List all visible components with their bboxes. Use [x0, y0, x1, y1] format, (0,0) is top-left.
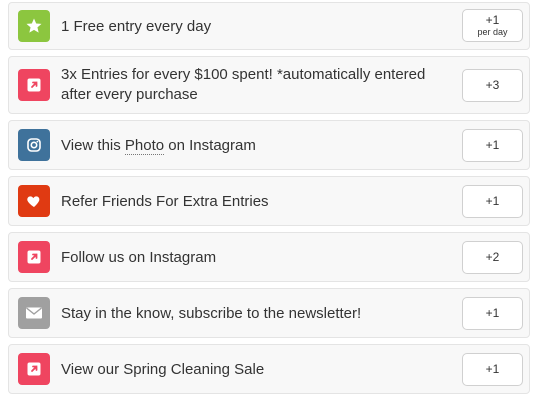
entry-daily[interactable]: 1 Free entry every day +1 per day [8, 2, 530, 50]
entry-list: 1 Free entry every day +1 per day 3x Ent… [0, 0, 540, 400]
label-text-start: View this [61, 137, 125, 154]
points-value: +1 [485, 138, 500, 152]
entry-purchase[interactable]: 3x Entries for every $100 spent! *automa… [8, 56, 530, 114]
external-link-icon [18, 69, 50, 101]
entry-label: Refer Friends For Extra Entries [61, 193, 269, 210]
entry-label: Follow us on Instagram [61, 249, 217, 266]
entry-label: View this Photo on Instagram [61, 136, 449, 156]
entry-points-button[interactable]: +3 [462, 69, 523, 102]
envelope-icon [18, 297, 50, 329]
points-value: +2 [485, 250, 500, 264]
entry-points-button[interactable]: +1 per day [462, 9, 523, 42]
entry-follow-instagram[interactable]: Follow us on Instagram +2 [8, 232, 530, 282]
points-value: +3 [485, 78, 500, 92]
external-link-icon [18, 241, 50, 273]
points-value: +1 [485, 306, 500, 320]
entry-points-button[interactable]: +1 [462, 297, 523, 330]
heart-icon [18, 185, 50, 217]
points-value: +1 [485, 362, 500, 376]
entry-label: View our Spring Cleaning Sale [61, 361, 265, 378]
entry-points-button[interactable]: +1 [462, 353, 523, 386]
entry-label: 3x Entries for every $100 spent! *automa… [61, 66, 426, 103]
points-value: +1 [485, 12, 500, 27]
entry-instagram-photo[interactable]: View this Photo on Instagram +1 [8, 120, 530, 170]
entry-points-button[interactable]: +2 [462, 241, 523, 274]
instagram-icon [18, 129, 50, 161]
photo-link[interactable]: Photo [124, 137, 165, 155]
entry-refer-friends[interactable]: Refer Friends For Extra Entries +1 [8, 176, 530, 226]
entry-newsletter[interactable]: Stay in the know, subscribe to the newsl… [8, 288, 530, 338]
entry-label: Stay in the know, subscribe to the newsl… [61, 305, 362, 322]
entry-label: 1 Free entry every day [61, 18, 212, 35]
entry-spring-sale[interactable]: View our Spring Cleaning Sale +1 [8, 344, 530, 394]
entry-points-button[interactable]: +1 [462, 129, 523, 162]
star-icon [18, 10, 50, 42]
label-text-end: on Instagram [164, 137, 256, 154]
entry-points-button[interactable]: +1 [462, 185, 523, 218]
external-link-icon [18, 353, 50, 385]
points-frequency: per day [477, 26, 508, 37]
points-value: +1 [485, 194, 500, 208]
